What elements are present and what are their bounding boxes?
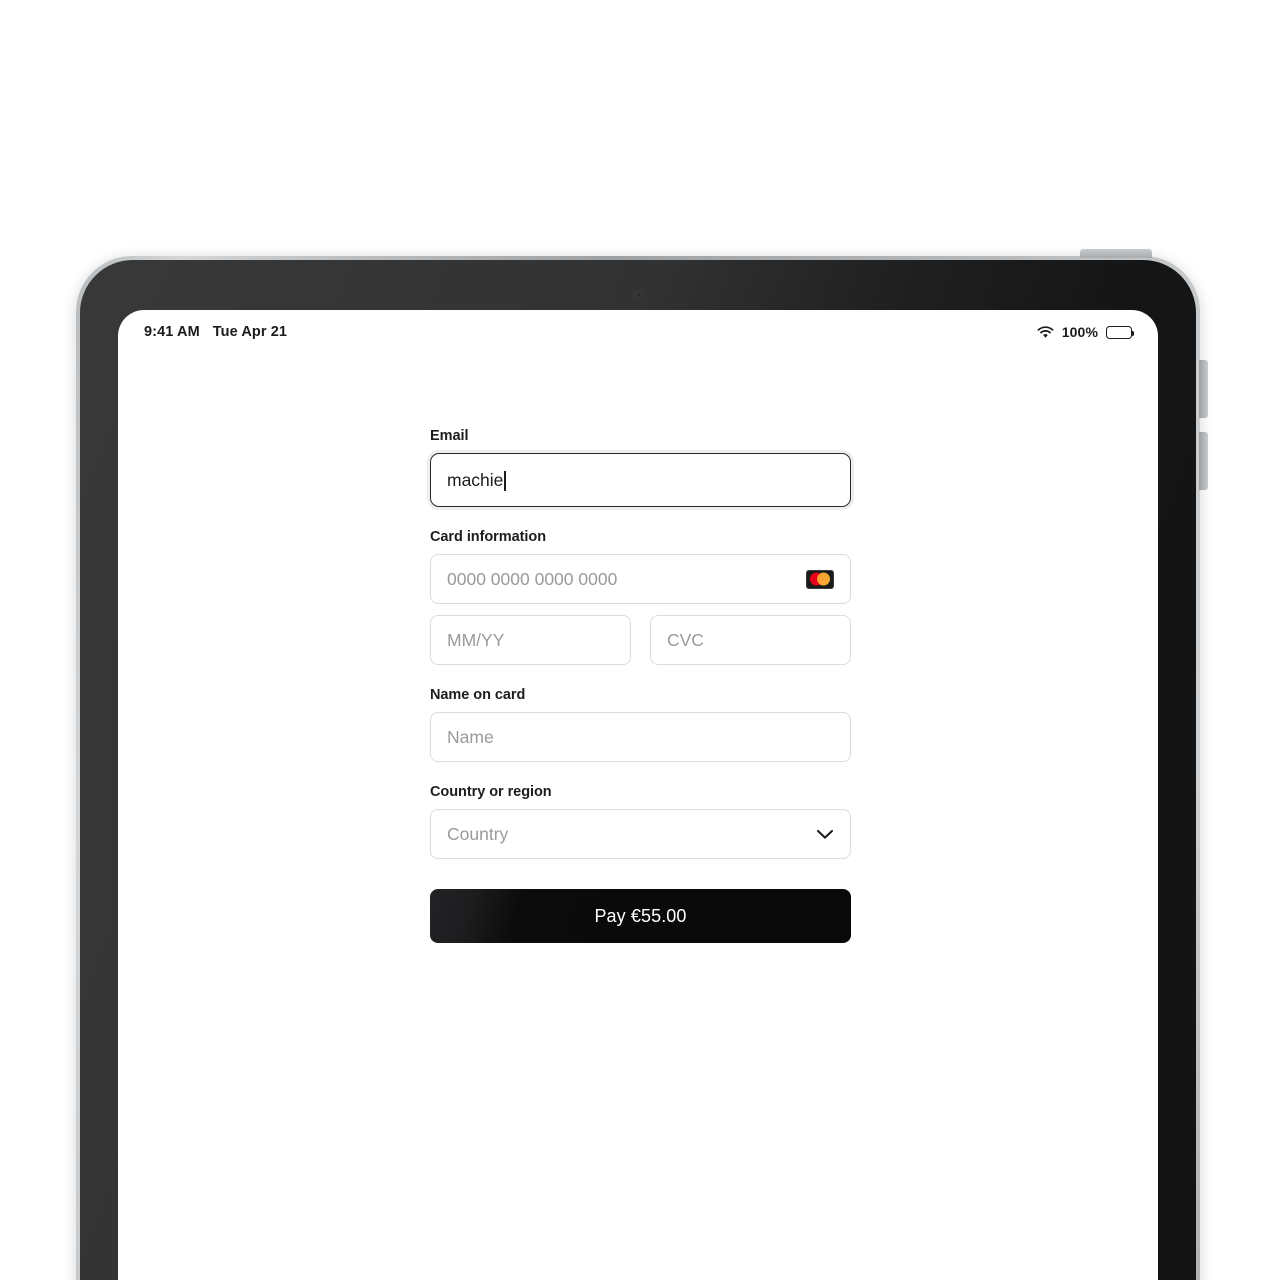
battery-percent-label: 100% xyxy=(1061,324,1098,340)
chevron-down-icon xyxy=(816,829,834,840)
card-information-label: Card information xyxy=(430,529,547,545)
status-bar-right: 100% xyxy=(1037,324,1135,340)
card-number-placeholder: 0000 0000 0000 0000 xyxy=(447,568,618,589)
status-bar-date: Tue Apr 21 xyxy=(212,324,288,340)
pay-button[interactable]: Pay €55.00 xyxy=(430,889,851,943)
card-number-input[interactable]: 0000 0000 0000 0000 xyxy=(430,554,851,604)
name-on-card-input[interactable]: Name xyxy=(430,712,851,762)
tablet-screen: 9:41 AM Tue Apr 21 100% Email machie Car… xyxy=(118,310,1158,1280)
card-expiry-input[interactable]: MM/YY xyxy=(430,615,631,665)
tablet-device: 9:41 AM Tue Apr 21 100% Email machie Car… xyxy=(76,249,1208,1280)
name-on-card-label: Name on card xyxy=(430,687,526,703)
email-input-value: machie xyxy=(447,469,504,490)
text-cursor xyxy=(504,471,507,491)
name-on-card-placeholder: Name xyxy=(447,726,494,747)
tablet-bezel: 9:41 AM Tue Apr 21 100% Email machie Car… xyxy=(80,260,1196,1280)
screenshot-root: 9:41 AM Tue Apr 21 100% Email machie Car… xyxy=(0,0,1280,1280)
front-camera-icon xyxy=(636,292,641,297)
name-on-card-group: Name on card Name xyxy=(430,687,851,762)
email-group: Email machie xyxy=(430,428,851,507)
mastercard-yellow-circle xyxy=(817,572,830,586)
payment-form: Email machie Card information 0000 0000 … xyxy=(430,428,851,943)
email-input[interactable]: machie xyxy=(430,453,851,507)
volume-down-button[interactable] xyxy=(1199,432,1208,490)
battery-icon xyxy=(1106,325,1135,339)
card-cvc-input[interactable]: CVC xyxy=(650,615,851,665)
status-bar-left: 9:41 AM Tue Apr 21 xyxy=(144,324,287,340)
country-placeholder: Country xyxy=(447,823,509,844)
country-select[interactable]: Country xyxy=(430,809,851,859)
power-button[interactable] xyxy=(1080,249,1152,258)
card-expiry-placeholder: MM/YY xyxy=(447,629,505,650)
volume-up-button[interactable] xyxy=(1199,360,1208,418)
card-expiry-cvc-row: MM/YY CVC xyxy=(430,615,851,665)
email-label: Email xyxy=(430,428,469,444)
status-bar: 9:41 AM Tue Apr 21 100% xyxy=(118,310,1158,354)
card-information-group: Card information 0000 0000 0000 0000 MM/… xyxy=(430,529,851,665)
country-label: Country or region xyxy=(430,784,552,800)
wifi-icon xyxy=(1037,325,1054,339)
mastercard-icon xyxy=(806,569,834,589)
status-bar-time: 9:41 AM xyxy=(144,324,200,340)
country-group: Country or region Country xyxy=(430,784,851,859)
card-cvc-placeholder: CVC xyxy=(667,629,704,650)
